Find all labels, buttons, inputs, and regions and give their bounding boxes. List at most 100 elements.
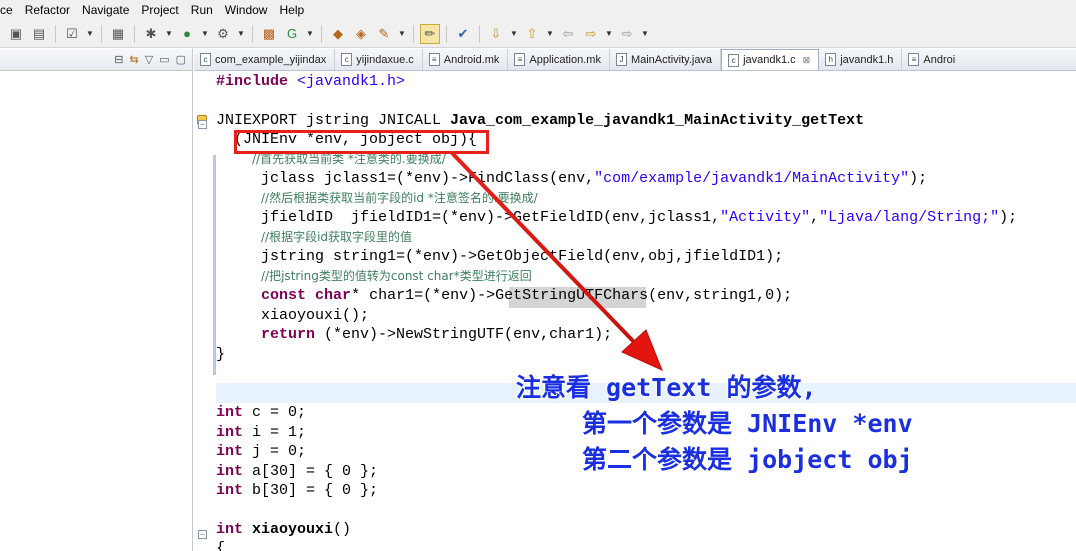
tab-javandk1-h[interactable]: h javandk1.h bbox=[819, 49, 903, 70]
menu-project[interactable]: Project bbox=[135, 0, 184, 20]
search-icon[interactable]: ✎ bbox=[374, 24, 394, 44]
close-icon[interactable]: ⊠ bbox=[803, 55, 811, 66]
keyword: int bbox=[216, 521, 244, 538]
maximize-icon[interactable]: ▢ bbox=[176, 53, 186, 66]
tab-yijindaxue-c[interactable]: c yijindaxue.c bbox=[335, 49, 423, 70]
tab-application-mk[interactable]: ≡ Application.mk bbox=[508, 49, 610, 70]
code-line: jclass jclass1=(*env)->FindClass(env,"co… bbox=[216, 169, 927, 188]
fold-collapse-icon[interactable]: − bbox=[198, 120, 207, 129]
view-menu-icon[interactable]: ▽ bbox=[145, 53, 153, 66]
chevron-down-icon[interactable]: ▼ bbox=[200, 24, 210, 44]
chevron-down-icon[interactable]: ▼ bbox=[85, 24, 95, 44]
external-tools-icon[interactable]: ⚙ bbox=[213, 24, 233, 44]
tab-label: Androi bbox=[923, 53, 956, 66]
code-line: //根据字段id获取字段里的值 bbox=[216, 228, 412, 247]
code-line: { bbox=[216, 539, 225, 551]
keyword: const bbox=[261, 287, 307, 304]
link-with-editor-icon[interactable]: ⇆ bbox=[130, 53, 139, 66]
chevron-down-icon[interactable]: ▼ bbox=[640, 24, 650, 44]
java-file-icon: J bbox=[615, 53, 627, 66]
annotation-line-2: 第一个参数是 JNIEnv *env bbox=[582, 409, 913, 438]
print-icon[interactable]: ▤ bbox=[29, 24, 49, 44]
keyword: char bbox=[315, 287, 352, 304]
annotation-line-3: 第二个参数是 jobject obj bbox=[582, 445, 913, 474]
back-icon[interactable]: ⇦ bbox=[558, 24, 578, 44]
new-package-icon[interactable]: G bbox=[282, 24, 302, 44]
keyword: int bbox=[216, 404, 244, 421]
chevron-down-icon[interactable]: ▼ bbox=[509, 24, 519, 44]
menu-window[interactable]: Window bbox=[219, 0, 274, 20]
save-all-icon[interactable]: ▣ bbox=[6, 24, 26, 44]
function-signature-prefix: JNIEXPORT jstring JNICALL bbox=[216, 112, 451, 129]
tab-android-mk[interactable]: ≡ Android.mk bbox=[423, 49, 509, 70]
declaration: i = 1; bbox=[243, 424, 307, 441]
keyword: int bbox=[216, 443, 244, 460]
project-explorer-panel: ⊟ ⇆ ▽ ▭ ▢ bbox=[0, 49, 193, 551]
keyword: int bbox=[216, 482, 244, 499]
menu-help[interactable]: Help bbox=[273, 0, 310, 20]
toolbar-separator bbox=[101, 24, 102, 43]
chevron-down-icon[interactable]: ▼ bbox=[397, 24, 407, 44]
next-annotation-icon[interactable]: ⇩ bbox=[486, 24, 506, 44]
makefile-icon: ≡ bbox=[428, 53, 440, 66]
tab-mainactivity-java[interactable]: J MainActivity.java bbox=[610, 49, 722, 70]
highlight-icon[interactable]: ✏ bbox=[420, 23, 440, 44]
menu-source[interactable]: ce bbox=[0, 0, 19, 20]
code-line: int b[30] = { 0 }; bbox=[216, 481, 378, 500]
forward-icon[interactable]: ⇨ bbox=[617, 24, 637, 44]
tab-javandk1-c[interactable]: c javandk1.c ⊠ bbox=[721, 49, 820, 70]
code-line: jstring string1=(*env)->GetObjectField(e… bbox=[216, 247, 783, 266]
open-resource-icon[interactable]: ◈ bbox=[351, 24, 371, 44]
editor-tabs: c com_example_yijindax c yijindaxue.c ≡ … bbox=[194, 49, 1076, 71]
menu-run[interactable]: Run bbox=[185, 0, 219, 20]
code-statement: , bbox=[810, 209, 820, 226]
toolbar-separator bbox=[413, 24, 414, 43]
chevron-down-icon[interactable]: ▼ bbox=[604, 24, 614, 44]
new-class-icon[interactable]: ▩ bbox=[259, 24, 279, 44]
chevron-down-icon[interactable]: ▼ bbox=[164, 24, 174, 44]
chevron-down-icon[interactable]: ▼ bbox=[545, 24, 555, 44]
code-comment: //把jstring类型的值转为const char*类型进行返回 bbox=[261, 269, 532, 283]
new-icon[interactable]: ▦ bbox=[108, 24, 128, 44]
c-file-icon: c bbox=[200, 53, 211, 66]
code-statement: ); bbox=[909, 170, 928, 187]
chevron-down-icon[interactable]: ▼ bbox=[305, 24, 315, 44]
panel-header: ⊟ ⇆ ▽ ▭ ▢ bbox=[0, 49, 192, 71]
code-statement: jstring string1=(*env)->GetObjectField(e… bbox=[261, 248, 784, 265]
code-line: int i = 1; bbox=[216, 423, 306, 442]
fold-collapse-icon[interactable]: − bbox=[198, 530, 207, 539]
annotation-line-1: 注意看 getText 的参数, bbox=[516, 373, 817, 402]
code-statement: jclass jclass1=(*env)->FindClass(env, bbox=[261, 170, 595, 187]
tab-com-example-yijindax[interactable]: c com_example_yijindax bbox=[194, 49, 336, 70]
checkbox-icon[interactable]: ☑ bbox=[62, 24, 82, 44]
string-literal: "Ljava/lang/String;" bbox=[819, 209, 1000, 226]
marker-icon[interactable]: ✔ bbox=[453, 24, 473, 44]
forward-icon[interactable]: ⇨ bbox=[581, 24, 601, 44]
preprocessor-directive: #include bbox=[216, 73, 289, 90]
function-name: xiaoyouxi bbox=[252, 521, 334, 538]
tab-label: javandk1.c bbox=[743, 54, 796, 66]
collapse-all-icon[interactable]: ⊟ bbox=[114, 53, 123, 66]
code-line: return (*env)->NewStringUTF(env,char1); bbox=[216, 325, 612, 344]
c-file-icon: c bbox=[341, 53, 353, 66]
code-statement: ); bbox=[999, 209, 1018, 226]
opening-brace: { bbox=[216, 540, 226, 551]
chevron-down-icon[interactable]: ▼ bbox=[236, 24, 246, 44]
minimize-icon[interactable]: ▭ bbox=[159, 53, 169, 66]
open-type-icon[interactable]: ◆ bbox=[328, 24, 348, 44]
declaration: c = 0; bbox=[243, 404, 307, 421]
debug-icon[interactable]: ✱ bbox=[141, 24, 161, 44]
code-line: int xiaoyouxi() bbox=[216, 520, 351, 539]
prev-annotation-icon[interactable]: ⇧ bbox=[522, 24, 542, 44]
h-file-icon: h bbox=[825, 53, 837, 66]
run-icon[interactable]: ● bbox=[177, 24, 197, 44]
main-toolbar: ▣ ▤ ☑ ▼ ▦ ✱ ▼ ● ▼ ⚙ ▼ ▩ G ▼ ◆ ◈ ✎ ▼ ✏ ✔ … bbox=[0, 20, 1076, 48]
menu-refactor[interactable]: Refactor bbox=[19, 0, 76, 20]
code-line: const char* char1=(*env)->GetStringUTFCh… bbox=[216, 286, 792, 305]
keyword: int bbox=[216, 424, 244, 441]
tab-android-overflow[interactable]: ≡ Androi bbox=[902, 49, 963, 70]
tab-label: com_example_yijindax bbox=[215, 53, 327, 66]
menu-navigate[interactable]: Navigate bbox=[76, 0, 135, 20]
toolbar-separator bbox=[321, 24, 322, 43]
tab-label: yijindaxue.c bbox=[356, 53, 414, 66]
